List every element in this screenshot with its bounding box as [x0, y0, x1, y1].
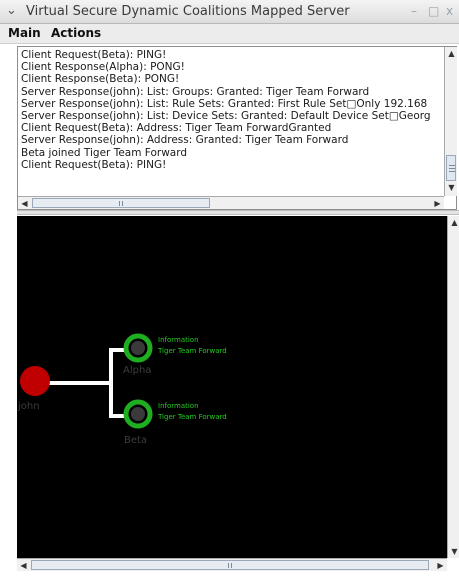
node-label-beta: Beta: [124, 435, 147, 446]
scroll-left-icon[interactable]: ◀: [18, 197, 31, 210]
graph-canvas[interactable]: john Alpha Information Tiger Team Forwar…: [17, 216, 447, 558]
node-info-alpha: Information: [158, 336, 199, 344]
log-line: Server Response(john): List: Rule Sets: …: [21, 97, 428, 110]
menu-actions[interactable]: Actions: [51, 26, 101, 40]
scroll-up-icon[interactable]: ▲: [448, 216, 459, 229]
scroll-right-icon[interactable]: ▶: [434, 559, 447, 572]
node-label-john: john: [17, 401, 40, 412]
scroll-right-icon[interactable]: ▶: [431, 197, 444, 210]
log-vertical-scrollbar[interactable]: ▲ ▼: [444, 47, 457, 196]
title-bar: ⌄ Virtual Secure Dynamic Coalitions Mapp…: [0, 0, 459, 24]
canvas-vertical-scrollbar[interactable]: ▲ ▼: [447, 216, 459, 558]
canvas-hscroll-thumb[interactable]: [31, 560, 429, 570]
maximize-icon[interactable]: □: [428, 4, 439, 18]
minimize-icon[interactable]: –: [411, 4, 417, 18]
log-line: Server Response(john): List: Groups: Gra…: [21, 85, 370, 98]
node-group-beta: Tiger Team Forward: [157, 413, 227, 421]
log-line: Server Response(john): List: Device Sets…: [21, 109, 431, 122]
canvas-horizontal-scrollbar[interactable]: ◀ ▶: [17, 558, 447, 571]
scroll-left-icon[interactable]: ◀: [17, 559, 30, 572]
log-line: Client Request(Beta): Address: Tiger Tea…: [21, 122, 332, 135]
menu-bar: Main Actions: [0, 24, 459, 44]
log-line: Client Response(Alpha): PONG!: [21, 61, 185, 74]
split-divider[interactable]: [17, 210, 459, 215]
log-line: Client Request(Beta): PING!: [21, 49, 167, 61]
log-pane[interactable]: Client Request(Beta): PING! Client Respo…: [17, 46, 457, 210]
node-label-alpha: Alpha: [123, 365, 151, 376]
log-line: Server Response(john): Address: Granted:…: [21, 134, 349, 147]
node-core-beta[interactable]: [131, 407, 145, 421]
log-line: Beta joined Tiger Team Forward: [21, 146, 188, 159]
log-scroll-thumb[interactable]: [446, 155, 456, 181]
menu-main[interactable]: Main: [8, 26, 41, 40]
node-group-alpha: Tiger Team Forward: [157, 347, 227, 355]
node-root-john[interactable]: [20, 366, 50, 396]
scroll-down-icon[interactable]: ▼: [445, 181, 458, 194]
window-title: Virtual Secure Dynamic Coalitions Mapped…: [26, 4, 350, 19]
log-horizontal-scrollbar[interactable]: ◀ ▶: [18, 196, 444, 209]
log-line: Client Request(Beta): PING!: [21, 158, 167, 171]
scroll-down-icon[interactable]: ▼: [448, 545, 459, 558]
log-line: Client Response(Beta): PONG!: [21, 73, 180, 86]
close-icon[interactable]: x: [446, 4, 453, 18]
log-hscroll-thumb[interactable]: [32, 198, 210, 208]
chevron-down-icon[interactable]: ⌄: [6, 3, 17, 18]
node-info-beta: Information: [158, 402, 199, 410]
network-graph: john Alpha Information Tiger Team Forwar…: [17, 333, 227, 446]
scroll-up-icon[interactable]: ▲: [445, 47, 458, 60]
node-core-alpha[interactable]: [131, 341, 145, 355]
